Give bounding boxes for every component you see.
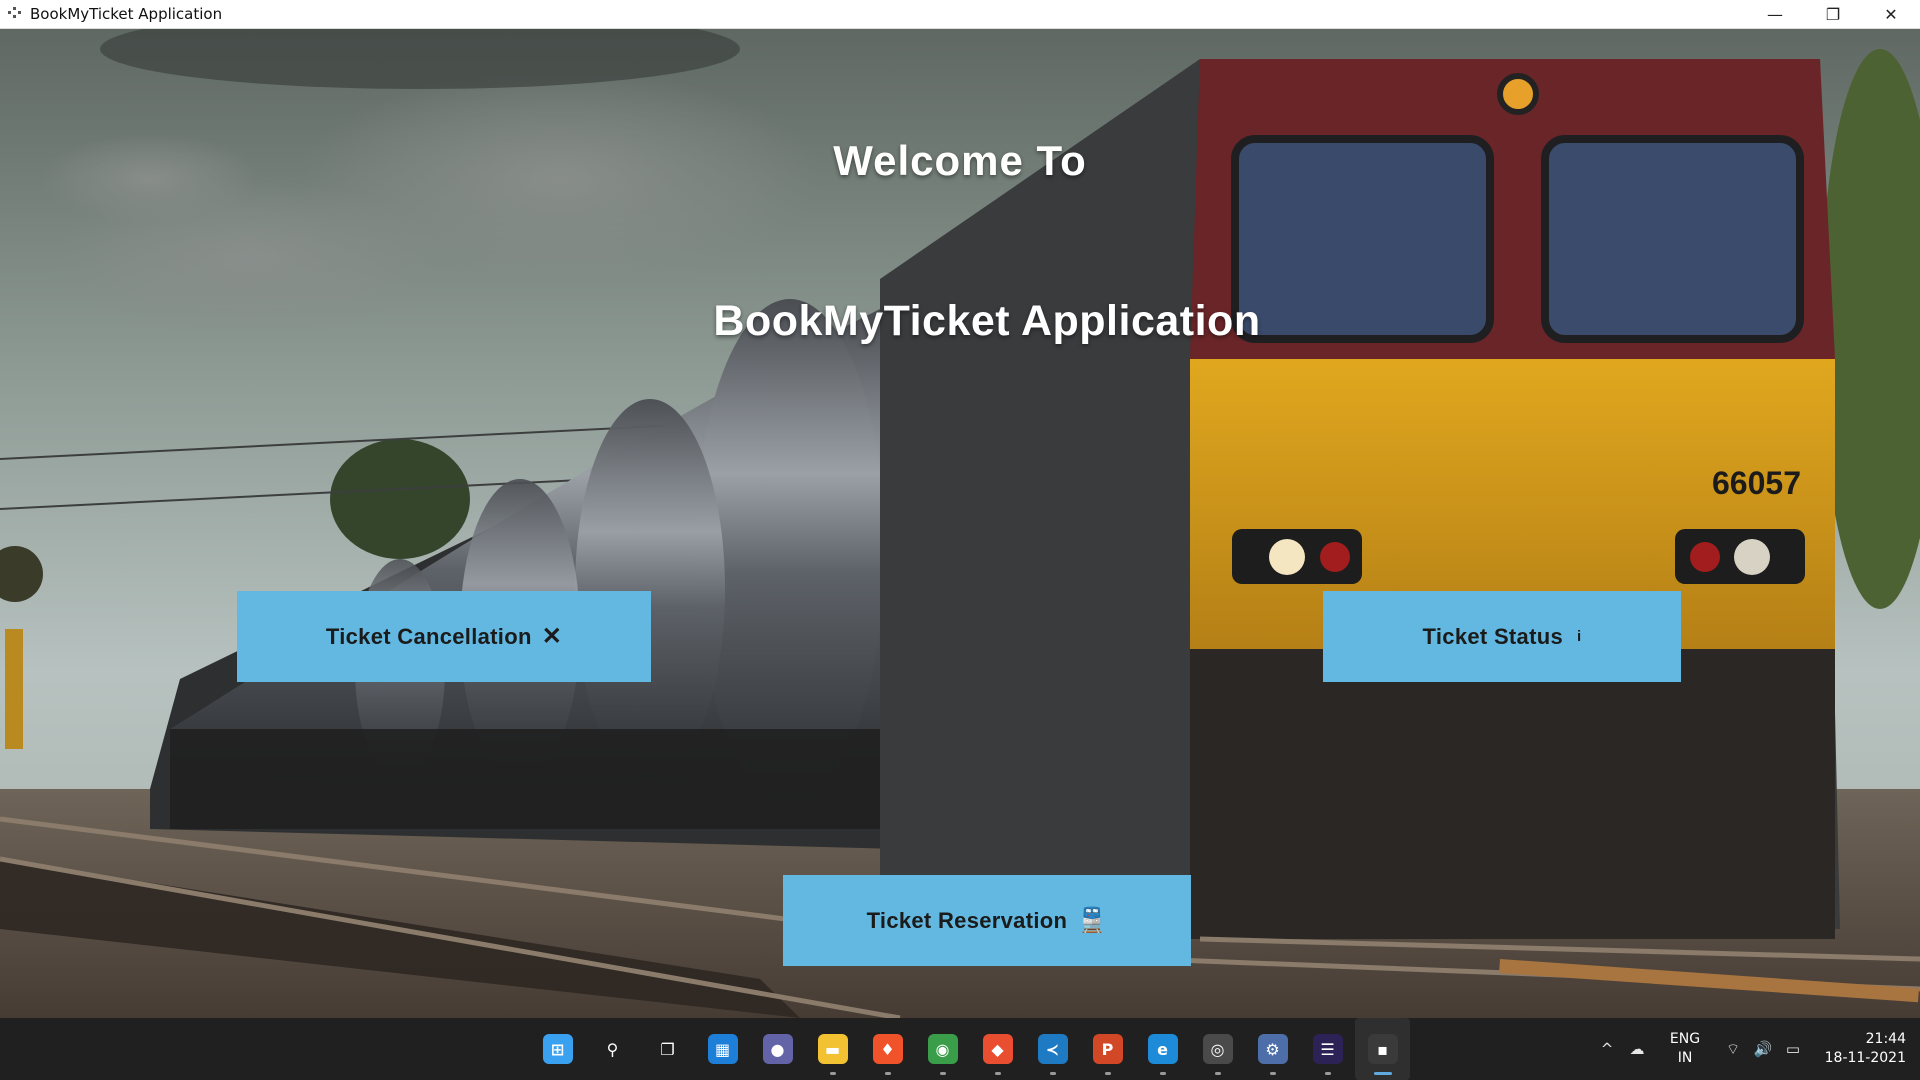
welcome-heading: Welcome To: [833, 137, 1087, 184]
obs-icon: ◎: [1202, 1034, 1233, 1064]
taskbar-file-explorer-button[interactable]: ▬: [805, 1018, 860, 1080]
running-indicator: [1214, 1072, 1221, 1075]
onedrive-cloud-icon[interactable]: ☁: [1622, 1040, 1652, 1058]
running-indicator: [1269, 1072, 1276, 1075]
ticket-reservation-button[interactable]: Ticket Reservation 🚆: [783, 875, 1191, 966]
close-icon: ✕: [541, 623, 563, 650]
window-title: BookMyTicket Application: [30, 5, 223, 23]
taskbar-chrome-button[interactable]: ◉: [915, 1018, 970, 1080]
task-view-icon: ❐: [652, 1034, 683, 1064]
locomotive-number: 66057: [1712, 465, 1801, 501]
taskbar-powerpoint-button[interactable]: P: [1080, 1018, 1135, 1080]
ticket-status-label: Ticket Status: [1422, 623, 1563, 649]
app-background: 66057 Welcome To BookMyTicket Applicatio…: [0, 29, 1920, 1018]
battery-icon[interactable]: ▭: [1778, 1040, 1808, 1058]
taskbar-start-button[interactable]: ⊞: [530, 1018, 585, 1080]
clock-date: 18-11-2021: [1824, 1050, 1906, 1066]
git-icon: ◆: [982, 1034, 1013, 1064]
taskbar-git-button[interactable]: ◆: [970, 1018, 1025, 1080]
taskbar-eclipse-button[interactable]: ☰: [1300, 1018, 1355, 1080]
clock[interactable]: 21:44 18-11-2021: [1820, 1030, 1906, 1068]
taskbar-obs-button[interactable]: ◎: [1190, 1018, 1245, 1080]
taskbar-search-button[interactable]: ⚲: [585, 1018, 640, 1080]
teams-chat-icon: ●: [762, 1034, 793, 1064]
taskbar-brave-browser-button[interactable]: ♦: [860, 1018, 915, 1080]
running-indicator: [829, 1072, 836, 1075]
settings-icon: ⚙: [1257, 1034, 1288, 1064]
powerpoint-icon: P: [1092, 1034, 1123, 1064]
running-indicator: [884, 1072, 891, 1075]
ticket-reservation-label: Ticket Reservation: [866, 907, 1068, 933]
info-icon: i: [1576, 628, 1582, 645]
window-controls: — ❐ ✕: [1746, 0, 1920, 29]
brave-browser-icon: ♦: [872, 1034, 903, 1064]
ticket-cancellation-button[interactable]: Ticket Cancellation ✕: [237, 591, 651, 682]
taskbar-edge-button[interactable]: e: [1135, 1018, 1190, 1080]
train-icon: 🚆: [1077, 907, 1108, 934]
running-indicator: [1324, 1072, 1331, 1075]
language-code: ENG: [1669, 1031, 1701, 1047]
running-indicator: [1373, 1072, 1392, 1075]
running-indicator: [939, 1072, 946, 1075]
wifi-icon[interactable]: ⌔: [1718, 1040, 1748, 1059]
language-indicator[interactable]: ENG IN: [1660, 1030, 1710, 1068]
start-icon: ⊞: [542, 1034, 573, 1064]
volume-icon[interactable]: 🔊: [1748, 1040, 1778, 1058]
taskbar-task-view-button[interactable]: ❐: [640, 1018, 695, 1080]
eclipse-icon: ☰: [1312, 1034, 1343, 1064]
search-icon: ⚲: [597, 1034, 628, 1064]
file-explorer-icon: ▬: [817, 1034, 848, 1064]
taskbar-widgets-button[interactable]: ▦: [695, 1018, 750, 1080]
app-title-heading: BookMyTicket Application: [713, 297, 1261, 345]
taskbar: ⊞ ⚲ ❐ ▦ ● ▬ ♦ ◉ ◆ ≺ Pe ◎ ⚙ ☰ ▪ ^ ☁ ENG IN ⌔ 🔊 ▭ 21:44 …: [0, 1018, 1920, 1080]
taskbar-settings-button[interactable]: ⚙: [1245, 1018, 1300, 1080]
running-indicator: [1049, 1072, 1056, 1075]
title-bar: BookMyTicket Application — ❐ ✕: [0, 0, 1920, 29]
vscode-icon: ≺: [1037, 1034, 1068, 1064]
taskbar-teams-chat-button[interactable]: ●: [750, 1018, 805, 1080]
taskbar-vscode-button[interactable]: ≺: [1025, 1018, 1080, 1080]
app-icon: [6, 7, 22, 21]
running-indicator: [994, 1072, 1001, 1075]
taskbar-apps: ⊞ ⚲ ❐ ▦ ● ▬ ♦ ◉ ◆ ≺ Pe ◎ ⚙ ☰ ▪: [530, 1018, 1410, 1080]
running-indicator: [1159, 1072, 1166, 1075]
java-app-icon: ▪: [1367, 1034, 1398, 1064]
language-region: IN: [1677, 1050, 1693, 1066]
show-hidden-icons-chevron-icon[interactable]: ^: [1592, 1040, 1622, 1058]
chrome-icon: ◉: [927, 1034, 958, 1064]
system-tray: ^ ☁ ENG IN ⌔ 🔊 ▭ 21:44 18-11-2021: [1592, 1018, 1920, 1080]
widgets-icon: ▦: [707, 1034, 738, 1064]
clock-time: 21:44: [1865, 1031, 1906, 1047]
running-indicator: [1104, 1072, 1111, 1075]
close-window-button[interactable]: ✕: [1862, 0, 1920, 29]
maximize-button[interactable]: ❐: [1804, 0, 1862, 29]
ticket-cancellation-label: Ticket Cancellation: [325, 623, 532, 649]
ticket-status-button[interactable]: Ticket Status i: [1323, 591, 1681, 682]
minimize-button[interactable]: —: [1746, 0, 1804, 29]
taskbar-java-app-button[interactable]: ▪: [1355, 1018, 1410, 1080]
edge-icon: e: [1147, 1034, 1178, 1064]
